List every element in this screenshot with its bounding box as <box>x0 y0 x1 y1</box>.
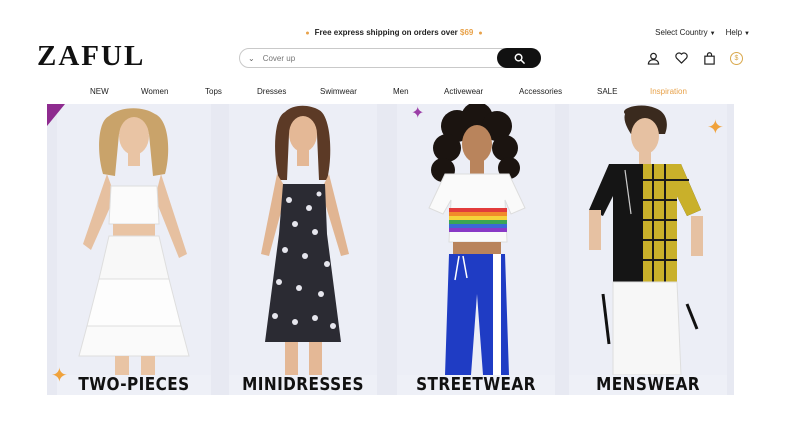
help-label: Help <box>725 28 743 37</box>
help-link[interactable]: Help ▼ <box>726 28 750 37</box>
nav-item-women[interactable]: Women <box>141 87 168 96</box>
promo-text: Free express shipping on orders over <box>314 28 458 37</box>
nav-item-dresses[interactable]: Dresses <box>257 87 286 96</box>
nav-item-inspiration[interactable]: Inspiration <box>650 87 687 96</box>
nav-item-tops[interactable]: Tops <box>205 87 222 96</box>
header-icons: $ <box>646 51 743 65</box>
panel-two-pieces[interactable]: TWO-PIECES <box>57 104 211 395</box>
user-icon[interactable] <box>646 51 660 65</box>
search-icon <box>514 53 525 64</box>
panel-label: STREETWEAR <box>416 374 536 395</box>
model-image <box>229 104 377 375</box>
sparkle-icon: ✦ <box>51 365 68 387</box>
promo-amount: $69 <box>460 28 474 37</box>
bag-icon[interactable] <box>702 51 716 65</box>
dot-right-icon: ● <box>478 30 483 37</box>
search-bar: ⌄ <box>239 48 541 68</box>
model-image <box>569 104 727 375</box>
page: ● Free express shipping on orders over $6… <box>0 0 788 438</box>
heart-icon[interactable] <box>674 51 688 65</box>
sparkle-icon: ✦ <box>707 117 724 139</box>
hero-banner[interactable]: TWO-PIECES MINIDRESSES STREETWEAR MENSWE… <box>47 104 734 395</box>
panel-menswear[interactable]: MENSWEAR <box>569 104 727 395</box>
corner-accent <box>47 104 65 126</box>
chevron-down-icon[interactable]: ⌄ <box>248 54 255 63</box>
dot-left-icon: ● <box>305 30 310 37</box>
panel-streetwear[interactable]: STREETWEAR <box>397 104 555 395</box>
site-logo[interactable]: ZAFUL <box>37 40 145 73</box>
search-input[interactable] <box>260 52 497 64</box>
nav-item-sale[interactable]: SALE <box>597 87 617 96</box>
chevron-down-icon: ▼ <box>744 31 750 37</box>
panel-minidresses[interactable]: MINIDRESSES <box>229 104 377 395</box>
sparkle-icon: ✦ <box>411 105 425 122</box>
panel-label: TWO-PIECES <box>78 374 190 395</box>
nav-item-swimwear[interactable]: Swimwear <box>320 87 357 96</box>
select-country-link[interactable]: Select Country ▼ <box>655 28 715 37</box>
nav-item-new[interactable]: NEW <box>90 87 109 96</box>
nav-item-accessories[interactable]: Accessories <box>519 87 562 96</box>
select-country-label: Select Country <box>655 28 708 37</box>
model-image <box>57 104 211 375</box>
panel-label: MINIDRESSES <box>242 374 364 395</box>
top-links: Select Country ▼ Help ▼ <box>655 28 750 37</box>
coin-icon[interactable]: $ <box>730 51 743 65</box>
chevron-down-icon: ▼ <box>709 31 716 37</box>
search-button[interactable] <box>497 48 541 68</box>
nav-item-men[interactable]: Men <box>393 87 409 96</box>
panel-label: MENSWEAR <box>596 374 700 395</box>
nav-item-activewear[interactable]: Activewear <box>444 87 483 96</box>
top-bar: ● Free express shipping on orders over $6… <box>0 22 788 42</box>
model-image <box>397 104 555 375</box>
